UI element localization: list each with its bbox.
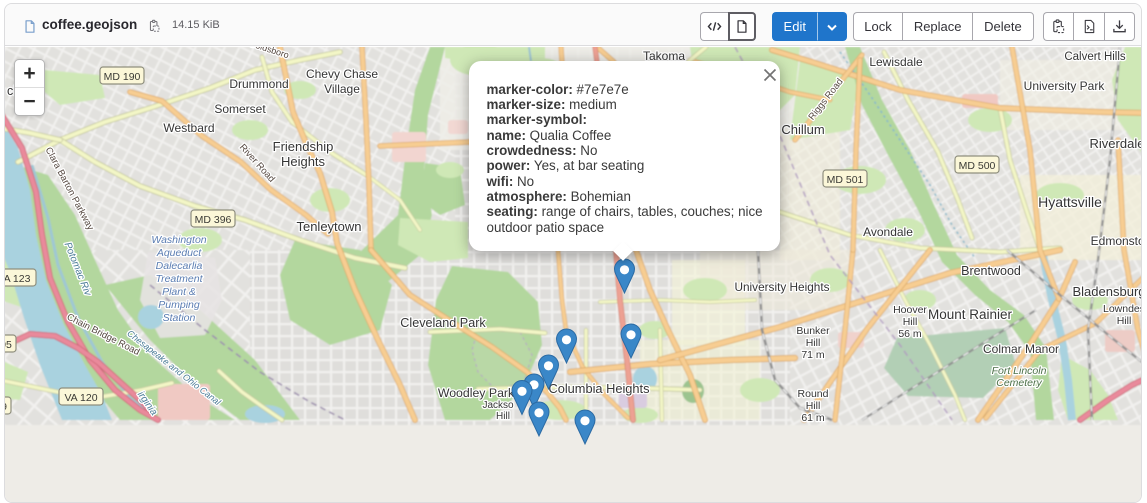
svg-text:Tenleytown: Tenleytown bbox=[296, 219, 361, 234]
svg-text:Chillum: Chillum bbox=[781, 122, 824, 137]
svg-text:Calvert Hills: Calvert Hills bbox=[1064, 51, 1126, 63]
svg-text:A 123: A 123 bbox=[5, 273, 31, 285]
svg-text:Hill: Hill bbox=[903, 316, 918, 328]
svg-text:Pumping: Pumping bbox=[158, 299, 200, 311]
svg-text:Riverdale: Riverdale bbox=[1090, 136, 1142, 151]
svg-text:Woodley Park: Woodley Park bbox=[438, 386, 515, 400]
svg-text:Brentwood: Brentwood bbox=[961, 264, 1021, 278]
svg-text:56 m: 56 m bbox=[898, 328, 922, 340]
svg-text:Village: Village bbox=[324, 82, 360, 96]
svg-text:Hill: Hill bbox=[1117, 315, 1132, 327]
svg-text:MD 396: MD 396 bbox=[195, 214, 232, 226]
svg-text:Aqueduct: Aqueduct bbox=[156, 247, 202, 259]
svg-text:Hill: Hill bbox=[806, 400, 821, 412]
svg-text:Columbia Heights: Columbia Heights bbox=[548, 381, 649, 396]
svg-text:61 m: 61 m bbox=[801, 412, 825, 424]
svg-text:Station: Station bbox=[163, 312, 196, 324]
svg-text:Dalecarlia: Dalecarlia bbox=[156, 260, 203, 272]
svg-text:MD 190: MD 190 bbox=[104, 71, 141, 83]
svg-text:Westbard: Westbard bbox=[163, 121, 214, 135]
svg-text:05: 05 bbox=[5, 339, 12, 351]
svg-text:Bladensburg: Bladensburg bbox=[1073, 284, 1143, 299]
svg-text:Bunker: Bunker bbox=[796, 325, 830, 337]
svg-text:Edmonston: Edmonston bbox=[1091, 234, 1142, 248]
svg-text:Washington: Washington bbox=[151, 234, 206, 246]
svg-text:Somerset: Somerset bbox=[214, 102, 266, 116]
svg-text:Treatment: Treatment bbox=[155, 273, 203, 285]
svg-text:Mount Rainier: Mount Rainier bbox=[928, 307, 1013, 322]
svg-text:Heights: Heights bbox=[281, 154, 326, 169]
svg-text:Cemetery: Cemetery bbox=[996, 377, 1042, 389]
svg-text:University Park: University Park bbox=[1024, 79, 1106, 93]
svg-text:Jackso: Jackso bbox=[482, 400, 514, 411]
svg-text:Plant &: Plant & bbox=[162, 286, 196, 298]
svg-text:Fort Lincoln: Fort Lincoln bbox=[992, 365, 1047, 377]
svg-text:Hoover: Hoover bbox=[893, 304, 927, 316]
svg-text:Hill: Hill bbox=[806, 337, 821, 349]
svg-text:Hyattsville: Hyattsville bbox=[1038, 194, 1102, 210]
svg-text:Lowndes: Lowndes bbox=[1103, 303, 1142, 315]
svg-text:MD 501: MD 501 bbox=[827, 174, 864, 186]
svg-text:Lewisdale: Lewisdale bbox=[869, 55, 923, 69]
svg-text:71 m: 71 m bbox=[801, 349, 825, 361]
svg-text:Friendship: Friendship bbox=[273, 139, 334, 154]
svg-text:Cleveland Park: Cleveland Park bbox=[400, 316, 486, 330]
svg-text:Avondale: Avondale bbox=[863, 225, 913, 239]
svg-text:University Heights: University Heights bbox=[734, 280, 829, 294]
svg-text:Colmar Manor: Colmar Manor bbox=[983, 342, 1059, 356]
svg-text:Chevy Chase: Chevy Chase bbox=[306, 67, 378, 81]
svg-text:MD 500: MD 500 bbox=[959, 160, 996, 172]
svg-text:9: 9 bbox=[5, 401, 7, 413]
svg-text:Drummond: Drummond bbox=[229, 77, 288, 91]
svg-text:Round: Round bbox=[798, 388, 829, 400]
svg-text:Hill: Hill bbox=[496, 411, 510, 422]
svg-text:VA 120: VA 120 bbox=[64, 392, 97, 404]
